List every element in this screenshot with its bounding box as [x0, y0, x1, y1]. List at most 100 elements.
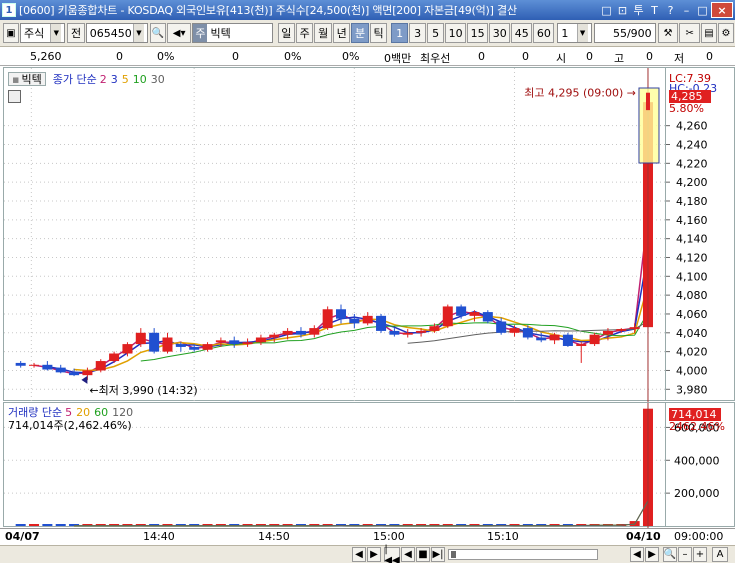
ma-legend-10[interactable]: 10	[133, 73, 147, 86]
time-label: 15:00	[373, 530, 405, 543]
jeon-button[interactable]: 전	[67, 23, 85, 43]
price-legend-title[interactable]: 종가 단순	[53, 71, 97, 87]
axis-tick-label: 4,100	[676, 270, 708, 283]
gear-icon[interactable]: ⚙	[718, 23, 734, 43]
ma-legend-5[interactable]: 5	[122, 73, 129, 86]
volume-ma-line-20	[74, 500, 649, 527]
chevron-down-icon[interactable]: ▼	[50, 24, 62, 42]
prev-button[interactable]: ◀	[401, 547, 415, 562]
maximize-icon[interactable]: □	[695, 3, 710, 18]
data-count-field[interactable]: 55/900	[593, 23, 656, 43]
search-icon[interactable]: 🔍	[149, 23, 166, 43]
candle-body	[496, 321, 507, 333]
dot-icon: ▪	[12, 72, 20, 86]
stock-code-input[interactable]: 065450 ▼	[85, 23, 148, 43]
candle-body	[402, 332, 413, 335]
minimize-icon[interactable]: –	[679, 3, 694, 18]
candle-body	[309, 328, 320, 335]
volume-axis: 600,000 400,000 200,000 714,014 2462.46%	[665, 402, 735, 527]
interval-60[interactable]: 60	[533, 23, 555, 43]
candle-body	[135, 332, 146, 345]
scroll-left-button[interactable]: ◀	[352, 547, 366, 562]
zoom-slider[interactable]	[448, 549, 598, 560]
period-year[interactable]: 년	[332, 23, 351, 43]
save-icon[interactable]: ▤	[701, 23, 717, 43]
volume-chart-panel[interactable]: 거래량 단순 5 20 60 120 714,014주(2,462.46%)	[3, 402, 666, 528]
tools-icon[interactable]: ⚒	[657, 23, 679, 43]
candle-body	[215, 340, 226, 343]
interval-10[interactable]: 10	[445, 23, 467, 43]
scroll-right-button[interactable]: ▶	[367, 547, 381, 562]
ma-legend-2[interactable]: 2	[100, 73, 107, 86]
zoom-icon[interactable]: 🔍	[663, 547, 677, 562]
stock-code-value: 065450	[89, 26, 132, 40]
multiplier-select[interactable]: 1 ▼	[557, 23, 592, 43]
chart-toolbar: ▣ 주식 ▼ 전 065450 ▼ 🔍 ◀▾ 주 빅텍 일 주 월 년 분 틱 …	[0, 20, 735, 47]
high-value: 0	[646, 50, 653, 63]
chevron-down-icon[interactable]: ▼	[132, 24, 144, 42]
interval-45[interactable]: 45	[511, 23, 533, 43]
zoom-in-icon[interactable]: +	[693, 547, 707, 562]
link-icon[interactable]: ⊡	[615, 3, 630, 18]
market-select[interactable]: 주식 ▼	[20, 23, 66, 43]
calendar-icon[interactable]	[8, 90, 21, 103]
ma-legend-30[interactable]: 30	[151, 73, 165, 86]
candle-body	[629, 327, 640, 330]
slider-handle[interactable]	[451, 551, 456, 558]
axis-tick-label: 4,160	[676, 214, 708, 227]
axis-tick-label: 400,000	[674, 454, 720, 467]
scroll-right-icon[interactable]: ▶	[645, 547, 659, 562]
axis-tick-label: 200,000	[674, 487, 720, 500]
crosshair-time: 09:00:00	[674, 530, 724, 543]
time-label: 04/10	[626, 530, 661, 543]
axis-tick-label: 4,060	[676, 308, 708, 321]
close-icon[interactable]: ×	[711, 2, 733, 18]
axis-tick-label: 4,080	[676, 289, 708, 302]
period-month[interactable]: 월	[314, 23, 332, 43]
scissors-icon[interactable]: ✂	[679, 23, 700, 43]
chart-menu-icon[interactable]: ▣	[3, 23, 19, 43]
candle-body	[645, 92, 650, 111]
price-chart-panel[interactable]: 최고 4,295 (09:00) → ←최저 3,990 (14:32) ▪ 빅텍…	[3, 67, 666, 402]
interval-5[interactable]: 5	[427, 23, 445, 43]
candle-body	[55, 367, 66, 373]
period-minute[interactable]: 분	[351, 23, 369, 43]
help-icon[interactable]: ?	[663, 3, 678, 18]
candle-body	[589, 334, 600, 345]
open-label: 시	[556, 52, 567, 65]
candle-body	[95, 361, 106, 371]
price-ma-legend: 2 3 5 10 30	[100, 73, 165, 86]
period-day[interactable]: 일	[277, 23, 295, 43]
next-button[interactable]: ▶|	[431, 547, 445, 562]
interval-1[interactable]: 1	[391, 23, 409, 43]
scroll-left-icon[interactable]: ◀	[630, 547, 644, 562]
period-tick[interactable]: 틱	[369, 23, 388, 43]
time-label: 04/07	[5, 530, 40, 543]
title-bar: 1 [0600] 키움종합차트 - KOSDAQ 외국인보유[413(천)] 주…	[0, 0, 735, 20]
candle-body	[442, 306, 453, 327]
stock-name-field[interactable]: 주 빅텍	[192, 23, 273, 43]
text-tool-icon[interactable]: A	[712, 547, 728, 562]
invest-icon[interactable]: 투	[631, 3, 646, 18]
app-number-badge: 1	[2, 3, 16, 17]
interval-30[interactable]: 30	[489, 23, 511, 43]
interval-3[interactable]: 3	[409, 23, 427, 43]
interval-15[interactable]: 15	[467, 23, 489, 43]
first-button[interactable]: |◀◀	[384, 544, 400, 563]
zoom-out-icon[interactable]: –	[678, 547, 692, 562]
candle-body	[322, 309, 333, 329]
multiplier-value: 1	[561, 26, 569, 40]
period-week[interactable]: 주	[296, 23, 314, 43]
speaker-icon[interactable]: ◀▾	[166, 23, 192, 43]
axis-tick-label: 4,000	[676, 364, 708, 377]
chevron-down-icon[interactable]: ▼	[576, 24, 588, 42]
stop-button[interactable]: ■	[416, 547, 430, 562]
stock-label[interactable]: ▪ 빅텍	[8, 72, 46, 86]
ma-legend-3[interactable]: 3	[111, 73, 118, 86]
change-pct: 0%	[157, 50, 175, 63]
pin-icon[interactable]: T	[647, 3, 662, 18]
candle-body	[29, 364, 40, 366]
candle-body	[456, 306, 467, 316]
restore-icon[interactable]: □	[599, 3, 614, 18]
volume-pct-label: 2462.46%	[669, 420, 725, 433]
